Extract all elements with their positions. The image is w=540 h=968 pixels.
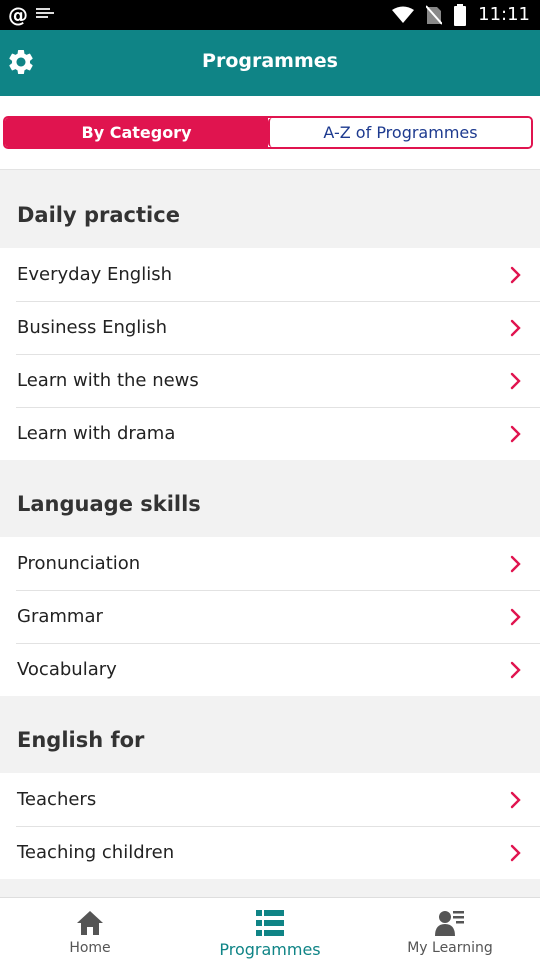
status-right: 11:11 [392, 3, 530, 27]
list-item-teaching-children[interactable]: Teaching children [0, 826, 540, 879]
list-item-teachers[interactable]: Teachers [0, 773, 540, 826]
list-item-label: Everyday English [17, 264, 172, 285]
at-icon: @ [8, 3, 28, 27]
app-bar: Programmes [0, 30, 540, 96]
list-item-label: Vocabulary [17, 659, 117, 680]
list-item-label: Learn with the news [17, 370, 199, 391]
section-header-english-for: English for [0, 696, 540, 773]
no-sim-icon [426, 5, 443, 25]
status-left: @ [8, 3, 54, 27]
list-item-label: Learn with drama [17, 423, 176, 444]
segment-container: By Category A-Z of Programmes [0, 96, 540, 170]
list-item-pronunciation[interactable]: Pronunciation [0, 537, 540, 590]
chevron-right-icon [510, 266, 521, 283]
programme-list: Daily practice Everyday English Business… [0, 171, 540, 879]
bottom-nav: Home Programmes My Learning [0, 897, 540, 968]
tab-a-z-programmes[interactable]: A-Z of Programmes [268, 118, 531, 147]
chevron-right-icon [510, 372, 521, 389]
chevron-right-icon [510, 844, 521, 861]
wifi-icon [392, 6, 415, 23]
section-header-daily-practice: Daily practice [0, 171, 540, 248]
chevron-right-icon [510, 555, 521, 572]
chevron-right-icon [510, 661, 521, 678]
page-title: Programmes [202, 50, 338, 72]
list-item-business-english[interactable]: Business English [0, 301, 540, 354]
status-time: 11:11 [478, 4, 530, 25]
list-item-label: Teaching children [17, 842, 175, 863]
notification-icon [36, 8, 54, 22]
nav-my-learning-label: My Learning [407, 940, 493, 956]
home-icon [77, 911, 103, 935]
programmes-list-icon [256, 910, 284, 936]
list-item-learn-with-drama[interactable]: Learn with drama [0, 407, 540, 460]
chevron-right-icon [510, 319, 521, 336]
learner-icon [435, 911, 464, 936]
list-item-grammar[interactable]: Grammar [0, 590, 540, 643]
nav-my-learning[interactable]: My Learning [360, 898, 540, 968]
nav-programmes-label: Programmes [219, 940, 321, 959]
nav-home[interactable]: Home [0, 898, 180, 968]
chevron-right-icon [510, 791, 521, 808]
segmented-control: By Category A-Z of Programmes [3, 116, 533, 149]
list-item-label: Pronunciation [17, 553, 141, 574]
battery-icon [454, 4, 467, 26]
tab-by-category[interactable]: By Category [5, 118, 268, 147]
list-item-everyday-english[interactable]: Everyday English [0, 248, 540, 301]
list-item-label: Business English [17, 317, 168, 338]
status-bar: @ 11:11 [0, 0, 540, 30]
list-item-label: Teachers [17, 789, 97, 810]
list-item-vocabulary[interactable]: Vocabulary [0, 643, 540, 696]
section-header-language-skills: Language skills [0, 460, 540, 537]
list-item-learn-with-the-news[interactable]: Learn with the news [0, 354, 540, 407]
chevron-right-icon [510, 425, 521, 442]
list-item-label: Grammar [17, 606, 103, 627]
chevron-right-icon [510, 608, 521, 625]
nav-programmes[interactable]: Programmes [180, 898, 360, 968]
nav-home-label: Home [69, 940, 111, 956]
